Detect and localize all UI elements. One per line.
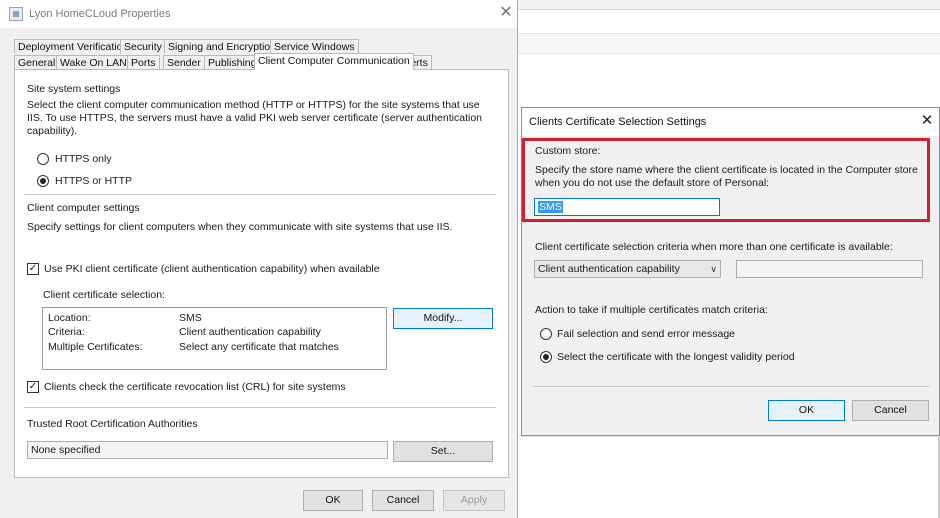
set-button[interactable]: Set...	[393, 441, 493, 462]
divider	[24, 407, 496, 408]
https-only-radio[interactable]	[37, 153, 49, 165]
ok-button[interactable]: OK	[303, 490, 363, 511]
dialog-titlebar: Clients Certificate Selection Settings ✕	[522, 108, 939, 136]
custom-store-description: Specify the store name where the client …	[535, 164, 918, 189]
tab-service-windows[interactable]: Service Windows	[270, 39, 359, 54]
criteria-dropdown[interactable]: Client authentication capability ∨	[534, 260, 721, 278]
cert-row-value: SMS	[179, 312, 202, 324]
site-system-heading: Site system settings	[27, 83, 121, 95]
window-title: Lyon HomeCLoud Properties	[29, 8, 171, 20]
tab-security[interactable]: Security	[120, 39, 166, 54]
client-computer-heading: Client computer settings	[27, 202, 140, 214]
tab-publishing[interactable]: Publishing	[204, 55, 261, 70]
window-icon	[9, 7, 23, 21]
cert-row-key: Location:	[48, 312, 91, 324]
site-system-description: Select the client computer communication…	[27, 99, 482, 137]
tab-general[interactable]: General	[14, 55, 60, 70]
dialog-ok-button[interactable]: OK	[768, 400, 845, 421]
https-or-http-label[interactable]: HTTPS or HTTP	[55, 175, 132, 187]
dialog-cancel-button[interactable]: Cancel	[852, 400, 929, 421]
properties-window: Lyon HomeCLoud Properties ✕ Deployment V…	[0, 0, 518, 518]
dialog-title: Clients Certificate Selection Settings	[529, 116, 707, 128]
https-only-label[interactable]: HTTPS only	[55, 153, 112, 165]
background-window-toolbar	[518, 10, 940, 34]
properties-titlebar: Lyon HomeCLoud Properties ✕	[0, 0, 517, 28]
custom-store-heading: Custom store:	[535, 145, 601, 157]
chevron-down-icon: ∨	[710, 264, 717, 274]
cert-selection-label: Client certificate selection:	[43, 289, 165, 301]
trusted-root-heading: Trusted Root Certification Authorities	[27, 418, 198, 430]
tab-wake-on-lan[interactable]: Wake On LAN	[56, 55, 131, 70]
crl-checkbox[interactable]: ✓	[27, 381, 39, 393]
use-pki-label[interactable]: Use PKI client certificate (client authe…	[44, 263, 380, 275]
criteria-label: Client certificate selection criteria wh…	[535, 241, 893, 253]
use-pki-checkbox[interactable]: ✓	[27, 263, 39, 275]
custom-store-value: SMS	[538, 201, 563, 213]
fail-selection-radio[interactable]	[540, 328, 552, 340]
longest-validity-radio[interactable]	[540, 351, 552, 363]
background-window-titlebar	[518, 0, 940, 10]
modify-button[interactable]: Modify...	[393, 308, 493, 329]
multi-match-label: Action to take if multiple certificates …	[535, 304, 768, 316]
tab-signing-and-encryption[interactable]: Signing and Encryption	[164, 39, 280, 54]
cert-row-key: Criteria:	[48, 326, 85, 338]
divider	[24, 194, 496, 195]
cert-row-value: Client authentication capability	[179, 326, 321, 338]
divider	[533, 386, 930, 387]
tab-deployment-verification[interactable]: Deployment Verification	[14, 39, 133, 54]
longest-validity-label[interactable]: Select the certificate with the longest …	[557, 351, 795, 363]
apply-button[interactable]: Apply	[443, 490, 505, 511]
fail-selection-label[interactable]: Fail selection and send error message	[557, 328, 735, 340]
trusted-root-field: None specified	[27, 441, 388, 459]
background-window-content	[518, 436, 940, 518]
tab-ports[interactable]: Ports	[127, 55, 160, 70]
cert-row-value: Select any certificate that matches	[179, 341, 339, 353]
client-computer-description: Specify settings for client computers wh…	[27, 221, 453, 233]
https-or-http-radio[interactable]	[37, 175, 49, 187]
close-icon[interactable]: ✕	[918, 112, 936, 130]
close-icon[interactable]: ✕	[496, 3, 516, 23]
tab-sender[interactable]: Sender	[163, 55, 205, 70]
criteria-value-field[interactable]	[736, 260, 923, 278]
cancel-button[interactable]: Cancel	[372, 490, 434, 511]
background-window-header	[518, 34, 940, 54]
custom-store-input[interactable]: SMS	[534, 198, 720, 216]
cert-selection-list[interactable]: Location: SMS Criteria: Client authentic…	[42, 307, 387, 370]
crl-label[interactable]: Clients check the certificate revocation…	[44, 381, 346, 393]
criteria-selected: Client authentication capability	[538, 263, 680, 275]
tab-client-computer-communication[interactable]: Client Computer Communication	[254, 53, 414, 70]
cert-row-key: Multiple Certificates:	[48, 341, 143, 353]
